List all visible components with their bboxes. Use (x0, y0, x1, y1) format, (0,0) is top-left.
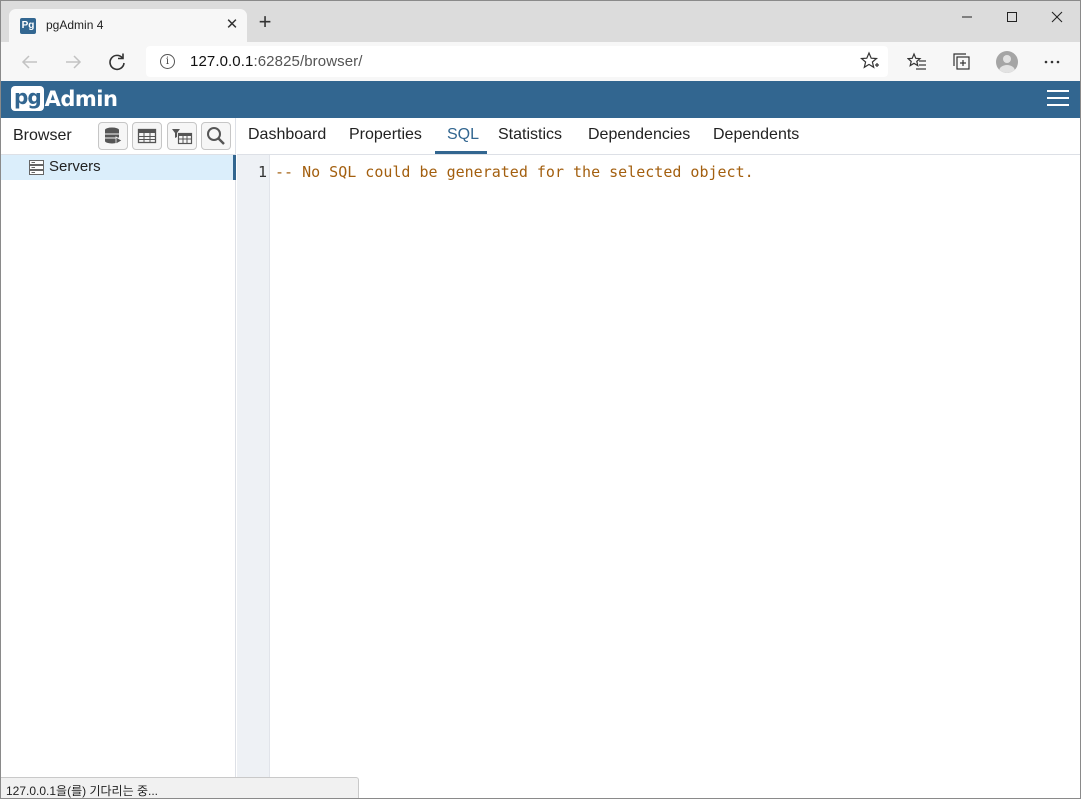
search-icon (207, 127, 225, 145)
maximize-icon (1007, 12, 1017, 22)
more-menu-button[interactable] (1038, 48, 1066, 76)
browser-panel: Browser Servers (1, 118, 236, 798)
back-button[interactable] (15, 47, 45, 77)
tab-dependents[interactable]: Dependents (713, 126, 799, 144)
new-tab-button[interactable]: + (254, 11, 276, 34)
close-window-button[interactable] (1034, 1, 1080, 33)
arrow-right-icon (66, 55, 82, 69)
browser-panel-header: Browser (1, 118, 236, 155)
tree-item-label: Servers (49, 158, 101, 175)
maximize-button[interactable] (989, 1, 1035, 33)
title-bar: Pg pgAdmin 4 ✕ + (1, 1, 1080, 42)
table-grid-icon (137, 128, 157, 144)
logo-pg-text: pg (11, 86, 44, 111)
hamburger-menu-icon[interactable] (1047, 90, 1069, 108)
close-icon (1051, 11, 1063, 23)
tab-statistics[interactable]: Statistics (498, 126, 562, 144)
collections-button[interactable] (948, 48, 976, 76)
table-filter-icon (172, 129, 193, 145)
url-host: 127.0.0.1 (190, 53, 254, 70)
browser-tab[interactable]: Pg pgAdmin 4 ✕ (9, 9, 247, 42)
tab-title: pgAdmin 4 (46, 18, 104, 32)
site-info-icon[interactable]: i (160, 54, 175, 69)
servers-icon (29, 160, 44, 175)
arrow-left-icon (21, 55, 37, 69)
main-panel: Dashboard Properties SQL Statistics Depe… (237, 118, 1080, 798)
reload-icon (109, 53, 125, 71)
minimize-button[interactable] (944, 1, 990, 33)
address-bar[interactable]: i 127.0.0.1:62825/browser/ (146, 46, 888, 77)
profile-button[interactable] (993, 48, 1021, 76)
active-tab-indicator (435, 151, 487, 154)
tab-sql[interactable]: SQL (447, 126, 479, 144)
filtered-rows-button[interactable] (167, 122, 197, 150)
browser-window: Pg pgAdmin 4 ✕ + i 127.0.0.1:62825/brows… (0, 0, 1081, 799)
pgadmin-header: pg Admin (1, 81, 1080, 118)
sql-code-line[interactable]: -- No SQL could be generated for the sel… (275, 163, 754, 181)
collections-icon (953, 53, 970, 70)
editor-gutter: 1 (237, 155, 270, 777)
view-data-button[interactable] (132, 122, 162, 150)
tree-item-servers[interactable]: Servers (1, 155, 236, 180)
more-dots-icon (1044, 60, 1060, 64)
reload-button[interactable] (102, 47, 132, 77)
tab-dashboard[interactable]: Dashboard (248, 126, 326, 144)
object-tabs: Dashboard Properties SQL Statistics Depe… (237, 118, 1080, 155)
close-tab-icon[interactable]: ✕ (223, 15, 241, 35)
tab-properties[interactable]: Properties (349, 126, 422, 144)
logo-admin-text: Admin (44, 86, 118, 111)
favorites-button[interactable] (903, 48, 931, 76)
tab-dependencies[interactable]: Dependencies (588, 126, 690, 144)
avatar (996, 51, 1018, 73)
query-tool-button[interactable] (98, 122, 128, 150)
url-path: :62825/browser/ (253, 53, 363, 70)
pgadmin-favicon-icon: Pg (20, 18, 36, 34)
favorite-star-icon[interactable] (860, 51, 880, 71)
line-number: 1 (257, 163, 267, 181)
search-objects-button[interactable] (201, 122, 231, 150)
favorites-list-icon (907, 52, 926, 70)
url-text[interactable]: 127.0.0.1:62825/browser/ (190, 53, 363, 70)
forward-button[interactable] (58, 47, 88, 77)
browser-panel-title: Browser (13, 127, 72, 144)
status-text: 127.0.0.1을(를) 기다리는 중... (6, 784, 158, 798)
database-query-icon (105, 127, 123, 145)
minimize-icon (962, 16, 972, 18)
status-bar: 127.0.0.1을(를) 기다리는 중... (1, 777, 359, 798)
pgadmin-logo[interactable]: pg Admin (11, 85, 118, 112)
navigation-bar: i 127.0.0.1:62825/browser/ (1, 42, 1080, 81)
